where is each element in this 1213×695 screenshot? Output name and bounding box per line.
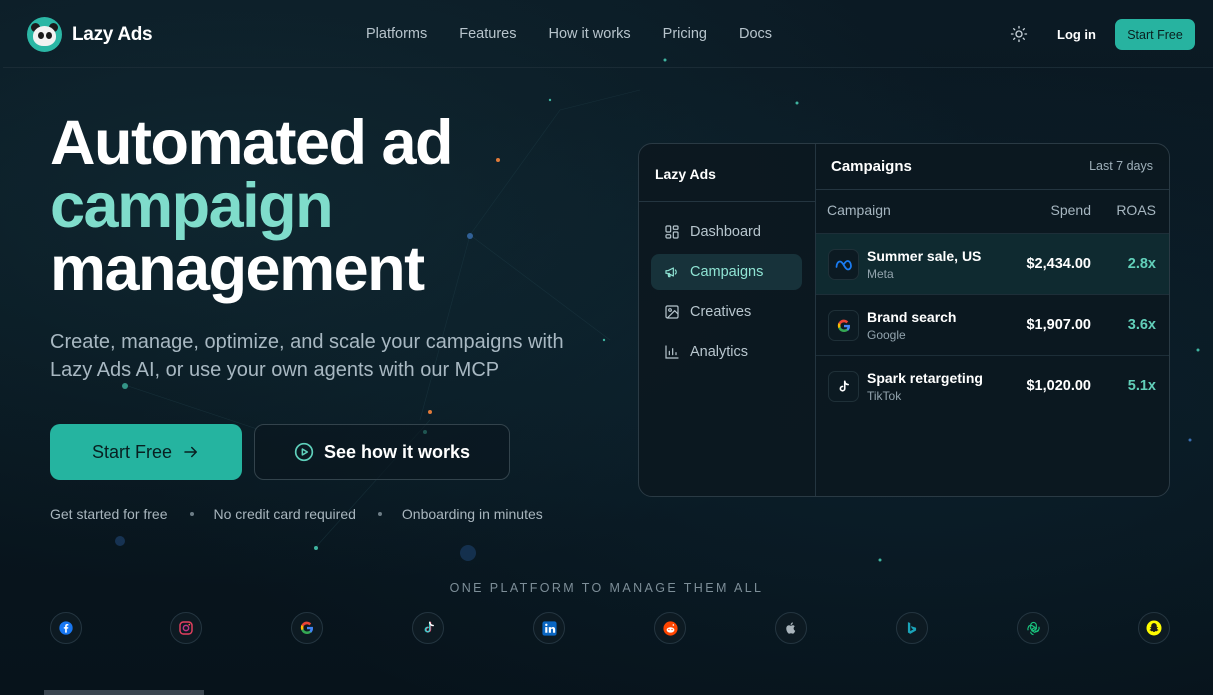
image-icon [665,305,679,319]
hero-start-free-label: Start Free [91,441,173,462]
campaign-name: Brand search [867,309,957,325]
google-icon[interactable] [291,612,323,644]
brand-logo[interactable]: Lazy Ads [27,17,153,52]
hero-subtitle: Create, manage, optimize, and scale your… [50,331,564,381]
grid-icon [665,225,679,239]
campaigns-table-area: Campaigns Last 7 days Campaign Spend ROA… [816,144,1169,496]
perk-free: Get started for free [50,506,168,522]
scroll-indicator [44,690,204,695]
campaign-spend: $2,434.00 [1026,256,1091,272]
reddit-icon[interactable] [654,612,686,644]
sidebar-item-analytics[interactable]: Analytics [651,334,802,370]
nav-pricing[interactable]: Pricing [663,26,707,42]
nav-docs[interactable]: Docs [739,26,772,42]
see-how-it-works-label: See how it works [323,441,471,462]
table-row[interactable]: Brand search Google $1,907.00 3.6x [816,294,1169,355]
openai-icon[interactable] [1017,612,1049,644]
campaigns-title: Campaigns [831,158,912,175]
campaign-name: Summer sale, US [867,248,982,264]
hero-title-line-1: Automated ad [50,108,454,178]
meta-icon [828,249,859,280]
tiktok-icon [828,371,859,402]
play-circle-icon [294,442,314,462]
main-nav: Platforms Features How it works Pricing … [366,26,772,42]
apple-icon[interactable] [775,612,807,644]
theme-toggle-sun-icon[interactable] [1010,25,1028,43]
sidebar-item-label: Analytics [690,344,749,360]
instagram-icon[interactable] [170,612,202,644]
nav-how-it-works[interactable]: How it works [548,26,630,42]
column-spend: Spend [1050,202,1091,218]
sidebar-item-label: Campaigns [690,264,764,280]
dashboard-preview: Lazy Ads Dashboard Campaigns Creatives A… [638,143,1170,497]
table-row[interactable]: Summer sale, US Meta $2,434.00 2.8x [816,233,1169,294]
header-start-free-button[interactable]: Start Free [1115,19,1195,50]
bar-chart-icon [665,345,679,359]
sidebar-item-label: Creatives [690,304,752,320]
preview-sidebar-title: Lazy Ads [655,166,716,182]
date-range-label[interactable]: Last 7 days [1089,159,1153,173]
sidebar-item-dashboard[interactable]: Dashboard [651,214,802,250]
campaign-roas: 5.1x [1127,378,1156,394]
campaign-platform: Google [867,328,906,342]
snapchat-icon[interactable] [1138,612,1170,644]
arrow-right-icon [184,446,198,458]
campaign-platform: Meta [867,267,894,281]
panda-logo-icon [27,17,62,52]
megaphone-icon [665,267,677,278]
google-icon [828,310,859,341]
nav-features[interactable]: Features [459,26,516,42]
campaign-roas: 3.6x [1127,317,1156,333]
column-roas: ROAS [1116,202,1156,218]
preview-sidebar: Lazy Ads Dashboard Campaigns Creatives A… [639,144,816,496]
hero-title: Automated ad campaign management [50,108,454,304]
hero-title-line-3: management [50,234,425,304]
bing-icon[interactable] [896,612,928,644]
login-link[interactable]: Log in [1057,27,1096,42]
sidebar-item-label: Dashboard [690,224,761,240]
campaign-name: Spark retargeting [867,370,983,386]
table-row[interactable]: Spark retargeting TikTok $1,020.00 5.1x [816,355,1169,416]
sidebar-item-creatives[interactable]: Creatives [651,294,802,330]
linkedin-icon[interactable] [533,612,565,644]
campaign-spend: $1,907.00 [1026,317,1091,333]
brand-name: Lazy Ads [72,23,153,45]
campaign-platform: TikTok [867,389,902,403]
nav-platforms[interactable]: Platforms [366,26,427,42]
see-how-it-works-button[interactable]: See how it works [254,424,510,480]
hero-perks: Get started for free No credit card requ… [50,506,543,522]
column-campaign: Campaign [827,202,891,218]
hero-title-line-2: campaign [50,171,334,241]
perk-onboarding: Onboarding in minutes [401,506,543,522]
separator-dot [377,512,382,516]
separator-dot [189,512,194,516]
platforms-heading: ONE PLATFORM TO MANAGE THEM ALL [449,581,764,595]
perk-no-card: No credit card required [213,506,356,522]
facebook-icon[interactable] [50,612,82,644]
tiktok-icon[interactable] [412,612,444,644]
campaign-spend: $1,020.00 [1026,378,1091,394]
sidebar-item-campaigns[interactable]: Campaigns [651,254,802,290]
top-navbar: Lazy Ads Platforms Features How it works… [3,0,1213,68]
hero-start-free-button[interactable]: Start Free [50,424,242,480]
campaign-roas: 2.8x [1127,256,1156,272]
